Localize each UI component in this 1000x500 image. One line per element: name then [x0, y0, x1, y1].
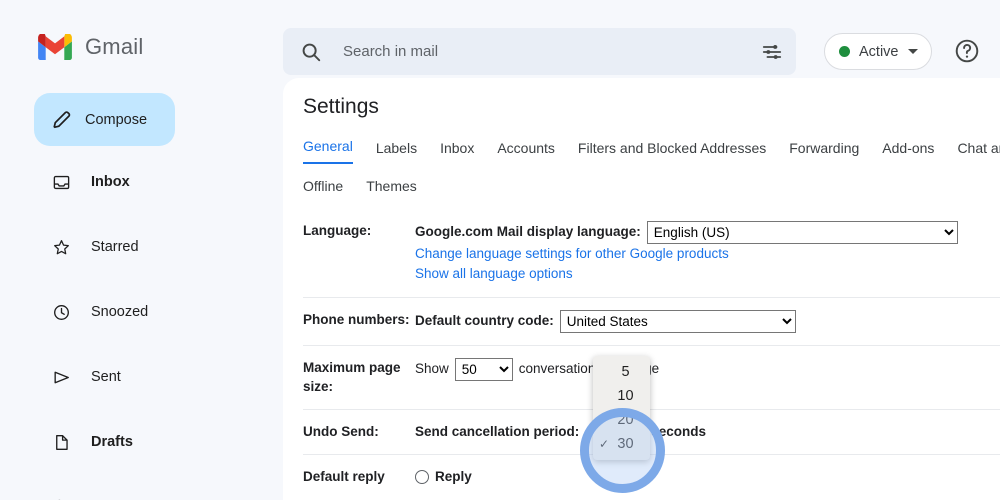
show-all-language-options-link[interactable]: Show all language options [415, 264, 1000, 284]
tab-forwarding[interactable]: Forwarding [789, 140, 859, 164]
page-size-line: Show 50 conversations per page [415, 357, 1000, 381]
settings-tabs-row-2: Offline Themes [303, 178, 417, 202]
dropdown-option-10[interactable]: 10 [593, 384, 650, 408]
row-label: Maximum page size: [303, 359, 401, 395]
language-select[interactable]: English (US) [646, 221, 958, 244]
chevron-down-icon [907, 49, 918, 54]
settings-table: Language: Google.com Mail display langua… [303, 209, 1000, 499]
sidebar-item-starred[interactable]: Starred [0, 231, 260, 263]
dropdown-option-30[interactable]: ✓ 30 [593, 432, 650, 456]
setting-row-default-reply: Default reply Reply [303, 455, 1000, 499]
send-icon [54, 371, 69, 383]
row-label: Default reply [303, 468, 385, 484]
status-chip[interactable]: Active [824, 33, 932, 70]
tab-add-ons[interactable]: Add-ons [882, 140, 934, 164]
change-language-settings-link[interactable]: Change language settings for other Googl… [415, 244, 1000, 264]
status-dot-icon [839, 46, 850, 57]
clock-icon [54, 304, 69, 320]
sidebar-item-sent[interactable]: Sent [0, 361, 260, 393]
sidebar-item-label: Drafts [91, 434, 133, 450]
dropdown-option-label: 10 [617, 388, 634, 404]
inbox-icon [53, 175, 70, 189]
row-body: Reply [415, 467, 1000, 487]
page-size-prefix: Show [415, 360, 449, 376]
sidebar-item-travel[interactable]: Travel [0, 491, 260, 500]
page-size-select[interactable]: 50 [454, 357, 513, 381]
default-reply-option[interactable]: Reply [415, 467, 1000, 487]
dropdown-option-5[interactable]: 5 [593, 360, 650, 384]
sidebar-item-drafts[interactable]: Drafts [0, 426, 260, 458]
sidebar: Compose Inbox Starred Snoozed Sent Draft… [0, 78, 283, 500]
help-circle-icon[interactable] [954, 38, 980, 64]
page-title: Settings [303, 95, 379, 118]
default-reply-option-label: Reply [435, 468, 472, 484]
sidebar-item-label: Sent [91, 369, 121, 385]
setting-row-phone-numbers: Phone numbers: Default country code: Uni… [303, 298, 1000, 346]
top-bar: Gmail Active [0, 0, 1000, 78]
tab-accounts[interactable]: Accounts [497, 140, 555, 164]
undo-send-text-before: Send cancellation period: [415, 423, 580, 439]
search-icon [302, 43, 321, 61]
search-input[interactable] [343, 43, 748, 60]
row-body: Default country code: United States [415, 309, 1000, 333]
tab-general[interactable]: General [303, 138, 353, 164]
search-options-button[interactable] [748, 28, 796, 75]
dropdown-option-20[interactable]: 20 [593, 408, 650, 432]
gmail-settings-screen: Gmail Active [0, 0, 1000, 500]
settings-tabs-row-1: General Labels Inbox Accounts Filters an… [303, 138, 1000, 164]
setting-row-language: Language: Google.com Mail display langua… [303, 209, 1000, 298]
status-label: Active [859, 43, 899, 60]
compose-button[interactable]: Compose [34, 93, 175, 146]
tab-filters[interactable]: Filters and Blocked Addresses [578, 140, 766, 164]
document-icon [56, 434, 68, 450]
dropdown-option-label: 30 [617, 436, 634, 452]
tab-chat[interactable]: Chat an [957, 140, 1000, 164]
sidebar-item-inbox[interactable]: Inbox [0, 166, 260, 198]
brand[interactable]: Gmail [38, 34, 143, 60]
row-body: Send cancellation period: seconds [415, 422, 1000, 442]
tab-themes[interactable]: Themes [366, 178, 417, 202]
compose-label: Compose [85, 111, 148, 128]
undo-send-line: Send cancellation period: seconds [415, 422, 1000, 442]
tune-icon [762, 44, 782, 59]
row-body: Show 50 conversations per page [415, 357, 1000, 397]
row-body: Google.com Mail display language: Englis… [415, 221, 1000, 285]
star-icon [54, 239, 69, 254]
sidebar-item-label: Snoozed [91, 304, 149, 320]
row-label: Undo Send: [303, 423, 379, 439]
dropdown-option-label: 20 [617, 412, 634, 428]
search-bar[interactable] [283, 28, 796, 75]
dropdown-option-label: 5 [621, 364, 630, 380]
sidebar-item-label: Inbox [91, 174, 130, 190]
undo-send-seconds-dropdown[interactable]: 5 10 20 ✓ 30 [593, 356, 650, 460]
tab-inbox[interactable]: Inbox [440, 140, 474, 164]
tab-labels[interactable]: Labels [376, 140, 417, 164]
language-field-label: Google.com Mail display language: [415, 224, 641, 240]
undo-send-text-after: seconds [651, 423, 707, 439]
setting-row-undo-send: Undo Send: Send cancellation period: sec… [303, 410, 1000, 455]
brand-name: Gmail [85, 34, 144, 59]
country-code-select[interactable]: United States [559, 309, 796, 333]
country-code-field-label: Default country code: [415, 312, 554, 328]
radio-button-reply[interactable] [415, 470, 429, 484]
country-code-line: Default country code: United States [415, 309, 1000, 333]
row-label: Language: [303, 223, 372, 238]
checkmark-icon: ✓ [598, 437, 610, 451]
setting-row-maximum-page-size: Maximum page size: Show 50 conversations… [303, 346, 1000, 410]
gmail-m-logo [38, 34, 72, 60]
sidebar-nav: Inbox Starred Snoozed Sent Drafts [0, 166, 260, 500]
pencil-icon [53, 111, 71, 129]
tab-offline[interactable]: Offline [303, 178, 343, 202]
row-label: Phone numbers: [303, 311, 410, 327]
language-select-line: Google.com Mail display language: Englis… [415, 221, 1000, 244]
sidebar-item-snoozed[interactable]: Snoozed [0, 296, 260, 328]
sidebar-item-label: Starred [91, 239, 139, 255]
